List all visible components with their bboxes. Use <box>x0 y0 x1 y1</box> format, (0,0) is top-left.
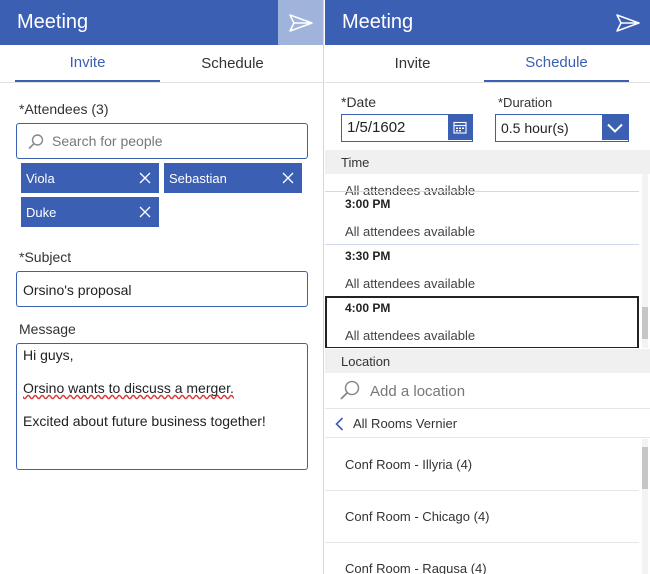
attendee-chip: Viola <box>21 163 159 193</box>
room-name: Conf Room - Chicago (4) <box>345 509 490 524</box>
scrollbar-thumb[interactable] <box>642 307 648 339</box>
date-value: 1/5/1602 <box>347 119 406 136</box>
time-scrollbar[interactable] <box>642 174 648 348</box>
location-header-label: Location <box>341 354 391 369</box>
tab-schedule[interactable]: Schedule <box>160 45 305 82</box>
message-line: Hi guys, <box>23 347 74 363</box>
attendee-chip: Sebastian <box>164 163 302 193</box>
chevron-down-icon <box>607 123 623 133</box>
slot-time: 3:30 PM <box>345 249 391 263</box>
calendar-icon <box>453 121 467 134</box>
duration-value: 0.5 hour(s) <box>501 120 569 136</box>
room-list-item[interactable]: Conf Room - Illyria (4) <box>325 439 639 491</box>
slot-divider <box>325 191 639 192</box>
room-list-breadcrumb[interactable]: All Rooms Vernier <box>325 410 650 438</box>
schedule-panel: Meeting Invite Schedule *Date 1/5/1602 *… <box>325 0 650 574</box>
time-slot-list[interactable]: All attendees available 3:00 PM All atte… <box>325 174 650 348</box>
breadcrumb-label: All Rooms Vernier <box>353 416 458 431</box>
chevron-left-icon <box>335 417 344 431</box>
attendee-name: Duke <box>26 204 57 220</box>
date-label: *Date <box>341 94 377 110</box>
app-title: Meeting <box>342 11 414 33</box>
message-line: Excited about future business together! <box>23 413 266 429</box>
invite-panel: Meeting Invite Schedule *Attendees (3) S… <box>0 0 324 574</box>
slot-availability: All attendees available <box>345 276 476 291</box>
calendar-button[interactable] <box>448 115 472 140</box>
slot-time: 3:00 PM <box>345 197 391 211</box>
slot-availability: All attendees available <box>345 224 476 239</box>
send-icon <box>615 13 640 32</box>
duration-dropdown[interactable]: 0.5 hour(s) <box>495 114 629 142</box>
app-title: Meeting <box>17 11 89 33</box>
tab-invite[interactable]: Invite <box>340 45 485 82</box>
attendees-label: *Attendees (3) <box>19 101 109 117</box>
app-header: Meeting <box>325 0 650 45</box>
message-line: Orsino wants to discuss a merger. <box>23 380 234 396</box>
close-icon[interactable] <box>139 206 151 218</box>
scrollbar-thumb[interactable] <box>642 447 648 489</box>
people-search-input[interactable]: Search for people <box>16 123 308 159</box>
time-slot-selected[interactable]: 4:00 PM All attendees available <box>325 296 639 348</box>
send-button[interactable] <box>278 0 323 45</box>
time-header-label: Time <box>341 155 370 170</box>
app-header: Meeting <box>0 0 323 45</box>
subject-value: Orsino's proposal <box>23 282 132 298</box>
search-icon <box>340 380 360 400</box>
send-icon <box>288 13 313 32</box>
attendee-chip: Duke <box>21 197 159 227</box>
room-name: Conf Room - Illyria (4) <box>345 457 473 472</box>
search-icon <box>28 134 44 150</box>
tab-invite[interactable]: Invite <box>15 45 160 82</box>
date-picker[interactable]: 1/5/1602 <box>341 114 473 142</box>
send-button[interactable] <box>605 0 650 45</box>
close-icon[interactable] <box>139 172 151 184</box>
location-section-header: Location <box>325 349 650 373</box>
room-list-item[interactable]: Conf Room - Ragusa (4) <box>325 543 639 574</box>
search-placeholder: Search for people <box>52 133 163 149</box>
room-scrollbar[interactable] <box>642 439 648 574</box>
message-label: Message <box>19 321 76 337</box>
duration-dropdown-button[interactable] <box>602 115 628 140</box>
duration-label: *Duration <box>498 95 553 110</box>
close-icon[interactable] <box>282 172 294 184</box>
location-search-input[interactable]: Add a location <box>325 373 650 409</box>
room-list-item[interactable]: Conf Room - Chicago (4) <box>325 491 639 543</box>
time-slot[interactable]: 3:00 PM All attendees available <box>325 193 639 245</box>
time-slot[interactable]: 3:30 PM All attendees available <box>325 245 639 297</box>
slot-time: 4:00 PM <box>345 301 391 315</box>
message-textarea[interactable]: Hi guys, Orsino wants to discuss a merge… <box>16 343 308 470</box>
subject-input[interactable]: Orsino's proposal <box>16 271 308 307</box>
room-name: Conf Room - Ragusa (4) <box>345 561 487 574</box>
slot-availability: All attendees available <box>345 328 476 343</box>
location-search-placeholder: Add a location <box>370 383 466 400</box>
attendee-name: Sebastian <box>169 170 227 186</box>
tab-bar: Invite Schedule <box>325 45 650 83</box>
subject-label: *Subject <box>19 249 72 265</box>
tab-schedule[interactable]: Schedule <box>484 45 629 82</box>
attendee-name: Viola <box>26 170 55 186</box>
tab-bar: Invite Schedule <box>0 45 323 83</box>
time-section-header: Time <box>325 150 650 174</box>
